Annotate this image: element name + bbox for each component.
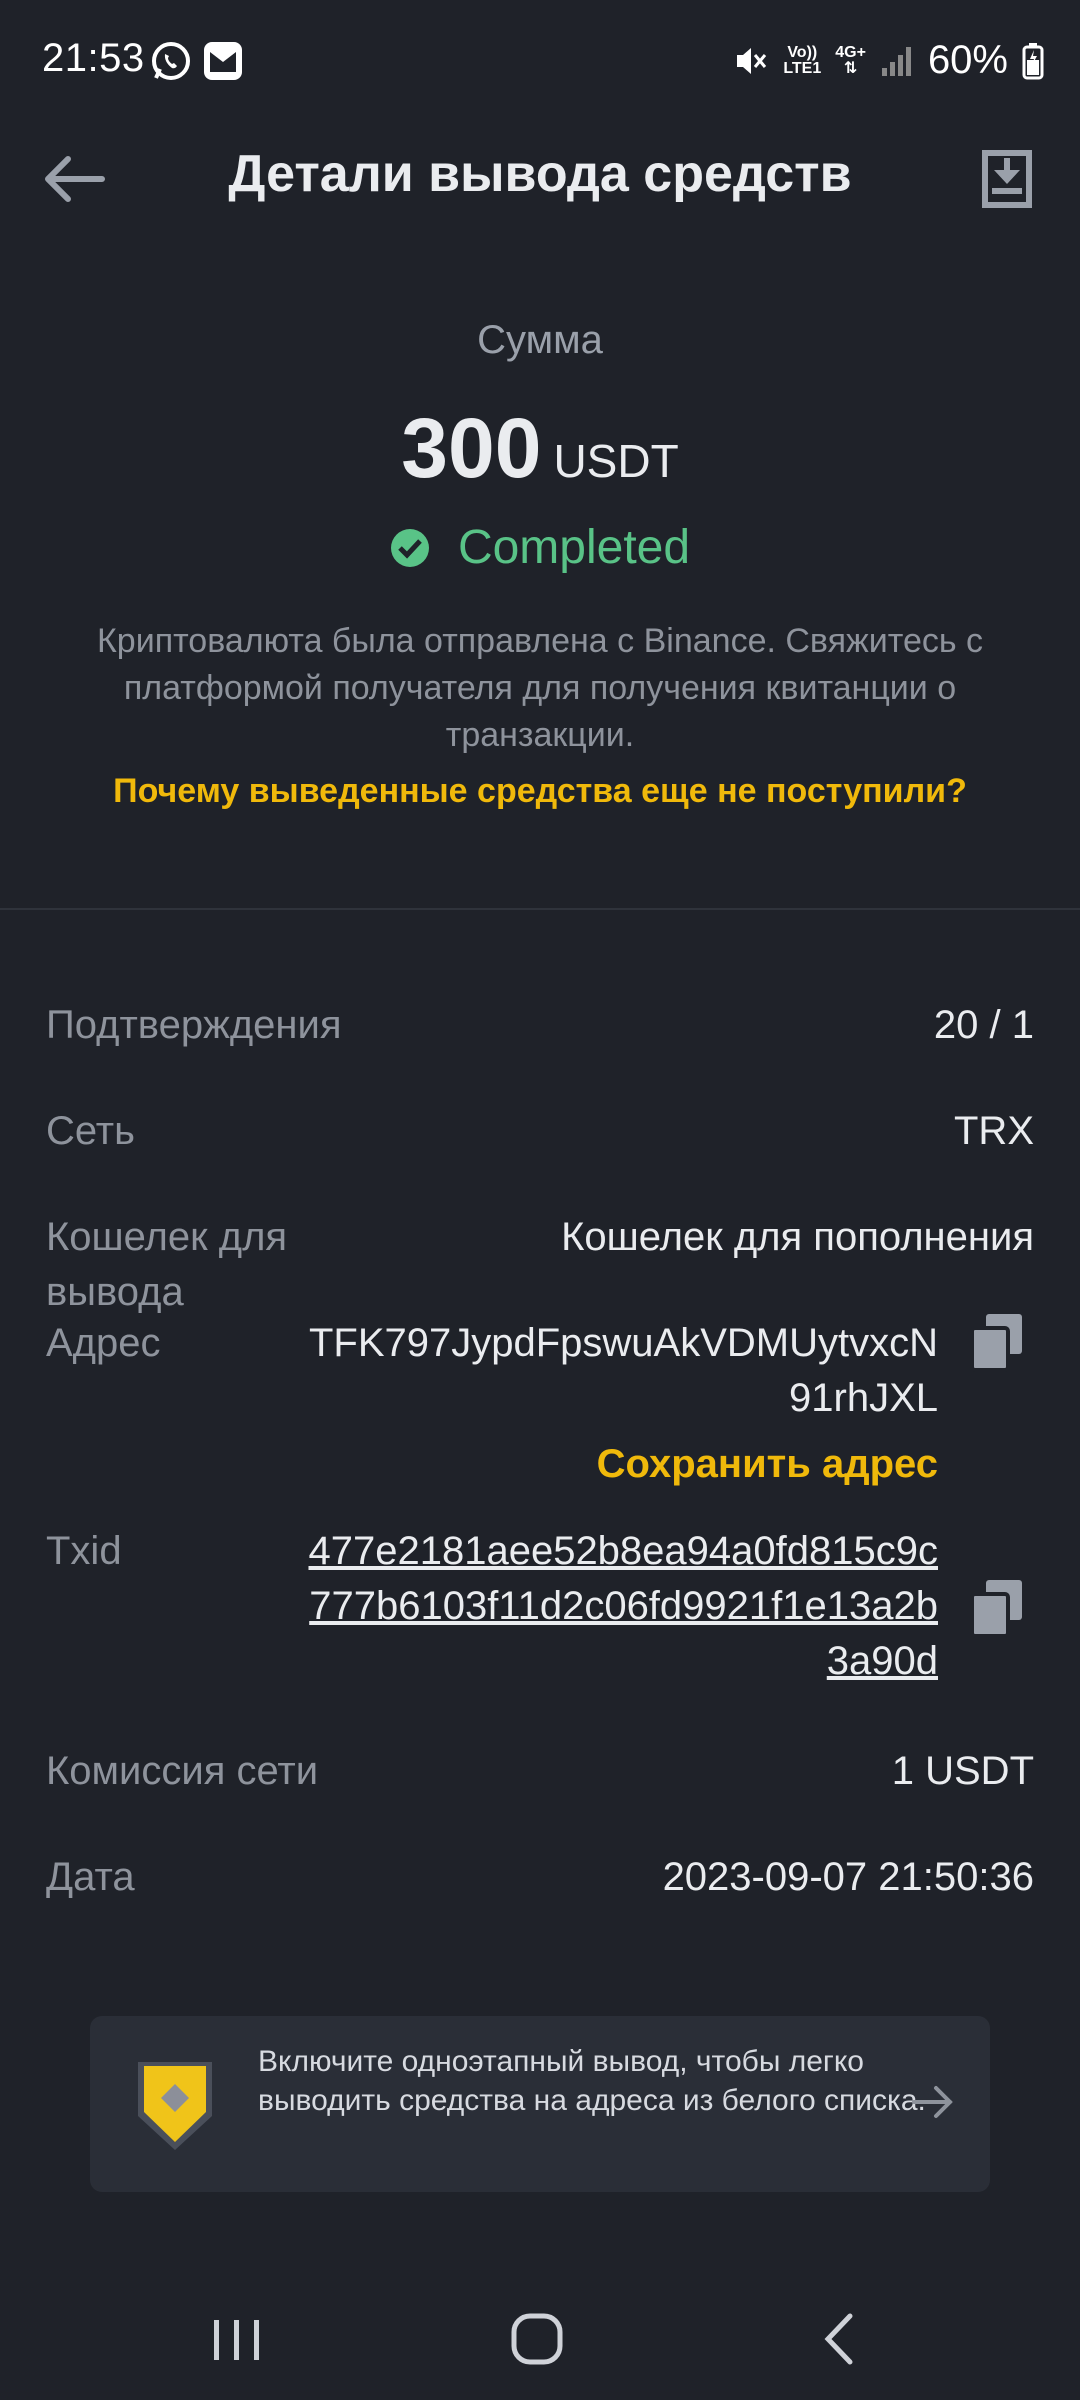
amount-unit: USDT: [553, 435, 679, 487]
confirmations-label: Подтверждения: [46, 1003, 342, 1047]
recents-icon[interactable]: [186, 2304, 286, 2374]
why-not-arrived-link[interactable]: Почему выведенные средства еще не поступ…: [0, 772, 1080, 811]
one-step-withdrawal-banner[interactable]: Включите одноэтапный вывод, чтобы легко …: [90, 2016, 990, 2192]
save-address-link[interactable]: Сохранить адрес: [597, 1442, 938, 1487]
shield-icon: [138, 2062, 212, 2150]
txid-link[interactable]: 477e2181aee52b8ea94a0fd815c9c777b6103f11…: [298, 1524, 938, 1689]
volte-indicator: Vo)) LTE1: [783, 43, 822, 77]
arrow-right-icon: [912, 2086, 953, 2118]
fee-label: Комиссия сети: [46, 1749, 319, 1793]
system-icons: Vo)) LTE1 4G+ ⇅ 60%: [733, 38, 1044, 83]
system-nav-bar: [0, 2270, 1080, 2400]
battery-percent: 60%: [927, 38, 1008, 82]
mute-icon: [737, 47, 767, 74]
download-icon[interactable]: [972, 144, 1042, 214]
copy-icon[interactable]: [970, 1312, 1026, 1372]
date-label: Дата: [46, 1855, 135, 1899]
status-description: Криптовалюта была отправлена с Binance. …: [96, 622, 984, 754]
banner-text: Включите одноэтапный вывод, чтобы легко …: [258, 2045, 926, 2117]
network-label: Сеть: [46, 1109, 135, 1153]
address-label: Адрес: [46, 1321, 161, 1365]
status-text: Completed: [457, 521, 691, 574]
amount-value: 300: [401, 401, 542, 495]
network-value: TRX: [954, 1109, 1034, 1153]
status-time: 21:53: [42, 36, 145, 80]
status-badge: Completed: [0, 520, 1080, 575]
amount: 300 USDT: [0, 400, 1080, 497]
fee-value: 1 USDT: [891, 1749, 1034, 1793]
signal-icon: [881, 46, 911, 76]
check-circle-icon: [390, 528, 429, 567]
back-icon[interactable]: [790, 2304, 890, 2374]
confirmations-value: 20 / 1: [933, 1003, 1034, 1047]
divider: [0, 908, 1080, 910]
battery-icon: [1022, 42, 1044, 79]
wallet-label: Кошелек для вывода: [46, 1215, 288, 1314]
notification-icons: [150, 40, 244, 82]
date-value: 2023-09-07 21:50:36: [662, 1855, 1034, 1899]
mail-icon: [204, 42, 242, 80]
page-title: Детали вывода средств: [228, 145, 852, 203]
status-bar: 21:53 Vo)) LTE1 4G+ ⇅ 60%: [0, 0, 1080, 120]
address-value: TFK797JypdFpswuAkVDMUytvxcN91rhJXL: [308, 1321, 938, 1420]
amount-label: Сумма: [477, 318, 603, 362]
whatsapp-icon: [152, 42, 190, 80]
copy-icon[interactable]: [970, 1578, 1026, 1638]
header: Детали вывода средств: [0, 120, 1080, 240]
home-icon[interactable]: [487, 2304, 587, 2374]
network-type: 4G+ ⇅: [835, 43, 866, 77]
txid-label: Txid: [46, 1529, 122, 1573]
wallet-value: Кошелек для пополнения: [561, 1215, 1034, 1259]
